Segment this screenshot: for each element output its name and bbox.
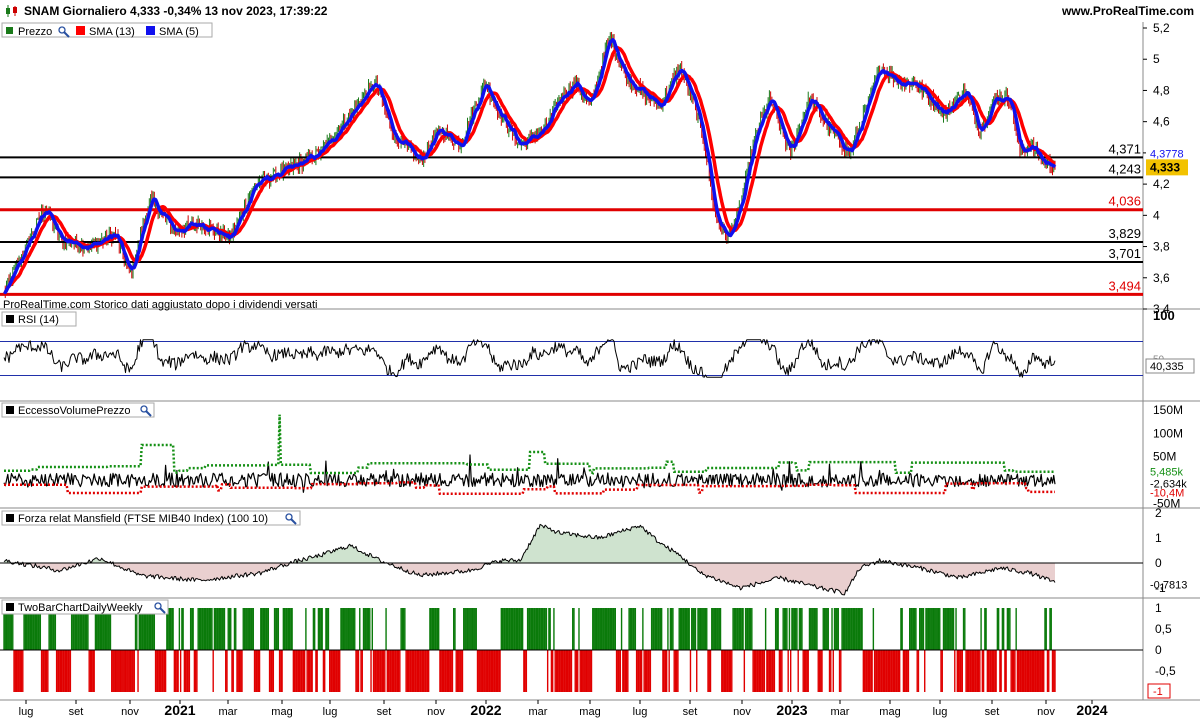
- chart-canvas: 4,371 4,243 4,036 3,829 3,701 3,494 5,2 5 4,8 4,…: [0, 21, 1200, 718]
- time-label: nov: [733, 706, 751, 718]
- rsi-last-tag: 40,335: [1150, 361, 1184, 373]
- price-legend-label: Prezzo: [18, 26, 52, 38]
- sma5-line: [3, 38, 1057, 295]
- sma13-legend-label: SMA (13): [89, 26, 135, 38]
- time-label: mar: [529, 706, 548, 718]
- volume-legend-label: EccessoVolumePrezzo: [18, 405, 131, 417]
- twobar-tick-label: 0,5: [1155, 622, 1172, 636]
- mansfield-negative-area: [4, 563, 1055, 595]
- mansfield-tick-label: 0: [1155, 556, 1162, 570]
- level-label: 4,036: [1108, 194, 1141, 209]
- rsi-tick-label: 100: [1153, 308, 1175, 323]
- time-label: 2021: [164, 702, 195, 718]
- price-swatch: [6, 27, 13, 34]
- twobar-last-tag: -1: [1153, 686, 1163, 698]
- price-tick-label: 4,2: [1153, 177, 1170, 191]
- volume-tick-label: 100M: [1153, 426, 1183, 440]
- sma5-legend-label: SMA (5): [159, 26, 199, 38]
- time-label: mag: [579, 706, 600, 718]
- time-label: lug: [633, 706, 648, 718]
- twobar-tick-label: 1: [1155, 601, 1162, 615]
- time-axis: lug set nov 2021 mar mag lug set nov 2022 mar mag lu…: [19, 700, 1108, 718]
- sma5-swatch: [146, 26, 155, 35]
- time-label: set: [985, 706, 1000, 718]
- time-label: lug: [323, 706, 338, 718]
- price-tick-label: 4: [1153, 208, 1160, 222]
- price-tick-label: 3,6: [1153, 271, 1170, 285]
- volume-swatch: [6, 406, 14, 414]
- price-panel[interactable]: [4, 31, 1056, 299]
- rsi-swatch: [6, 315, 14, 323]
- level-label: 4,243: [1108, 161, 1141, 176]
- volume-last-red: -10,4M: [1150, 488, 1184, 500]
- mansfield-last-tag: -0,7813: [1150, 580, 1187, 592]
- volume-tick-label: 50M: [1153, 450, 1176, 464]
- time-label: set: [683, 706, 698, 718]
- time-label: 2023: [776, 702, 807, 718]
- twobar-legend-label: TwoBarChartDailyWeekly: [18, 602, 143, 614]
- volume-excess-panel[interactable]: 150M100M50M-50M5,485k-2,634k-10,4M: [3, 403, 1187, 510]
- twobar-tick-label: -0,5: [1155, 664, 1176, 678]
- level-label: 4,371: [1108, 141, 1141, 156]
- price-tick-label: 5: [1153, 52, 1160, 66]
- mansfield-tick-label: 2: [1155, 506, 1162, 520]
- time-label: mar: [831, 706, 850, 718]
- time-label: mag: [271, 706, 292, 718]
- price-tick-label: 4,6: [1153, 115, 1170, 129]
- last-price-tag: 4,333: [1150, 160, 1180, 174]
- price-axis: 5,254,84,64,44,243,83,63,44,37784,36784,…: [1143, 21, 1192, 316]
- twobar-panel[interactable]: 1 0,5 0 -0,5 -1: [0, 601, 1176, 699]
- sma13-swatch: [76, 26, 85, 35]
- mansfield-legend-label: Forza relat Mansfield (FTSE MIB40 Index)…: [18, 513, 268, 525]
- time-label: mar: [219, 706, 238, 718]
- volume-last-green: 5,485k: [1150, 467, 1184, 479]
- rsi-panel[interactable]: 1005040,335: [0, 308, 1195, 378]
- time-label: nov: [121, 706, 139, 718]
- level-label: 3,494: [1108, 278, 1141, 293]
- time-label: set: [69, 706, 84, 718]
- volume-upper-envelope: [4, 414, 1055, 475]
- volume-tick-label: 150M: [1153, 403, 1183, 417]
- twobar-tick-label: 0: [1155, 643, 1162, 657]
- time-label: mag: [879, 706, 900, 718]
- price-tick-label: 3,8: [1153, 240, 1170, 254]
- level-label: 3,701: [1108, 246, 1141, 261]
- rsi-line: [3, 339, 1056, 378]
- price-tick-label: 5,2: [1153, 21, 1170, 35]
- price-tick-label: 4,8: [1153, 83, 1170, 97]
- time-label: set: [377, 706, 392, 718]
- time-label: lug: [933, 706, 948, 718]
- mansfield-tick-label: 1: [1155, 531, 1162, 545]
- time-label: lug: [19, 706, 34, 718]
- level-label: 3,829: [1108, 226, 1141, 241]
- time-label: nov: [1037, 706, 1055, 718]
- twobar-swatch: [6, 603, 14, 611]
- time-label: nov: [427, 706, 445, 718]
- mansfield-swatch: [6, 514, 14, 522]
- rsi-legend-label: RSI (14): [18, 314, 59, 326]
- panel-legends: Prezzo SMA (13) SMA (5) ProRealTime.com Sto…: [1, 22, 317, 615]
- adjusted-history-note: ProRealTime.com Storico dati aggiustato …: [3, 299, 317, 311]
- sma-lines: [3, 38, 1057, 295]
- time-label: 2024: [1076, 702, 1107, 718]
- time-label: 2022: [470, 702, 501, 718]
